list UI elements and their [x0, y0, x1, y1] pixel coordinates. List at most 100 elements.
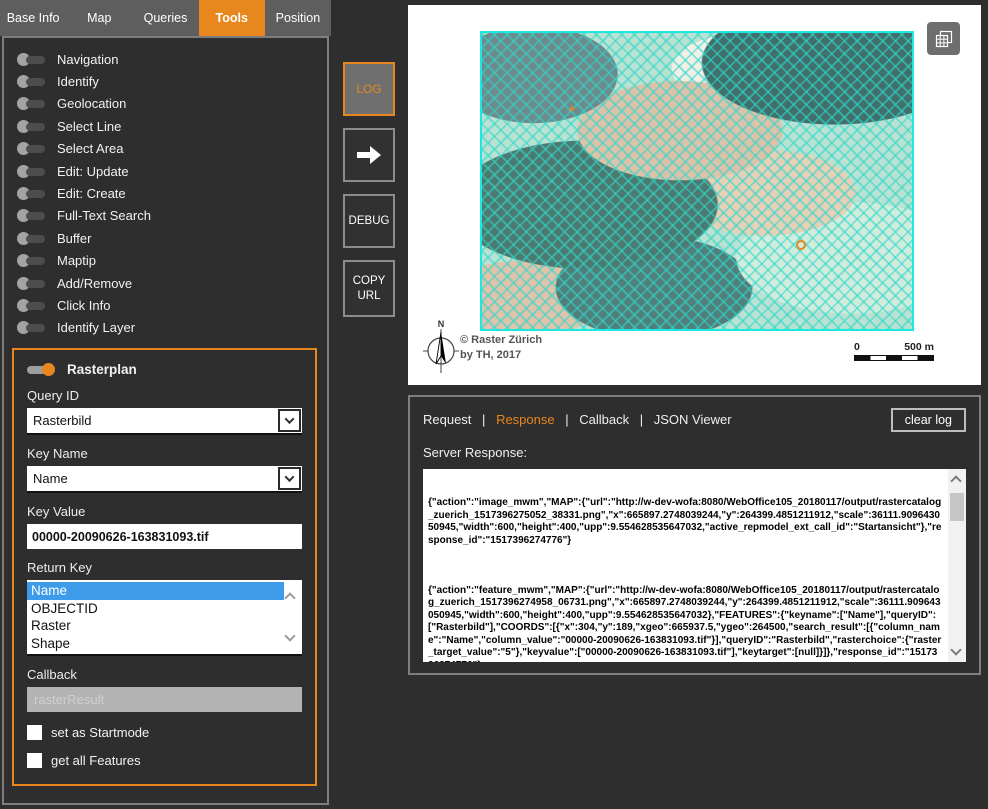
query-id-select[interactable]: Rasterbild	[27, 408, 302, 435]
main-tabbar: Base Info Map Queries Tools Position	[0, 0, 331, 36]
sidebar-item-geolocation[interactable]: Geolocation	[4, 93, 327, 115]
listbox-option-shape[interactable]: Shape	[27, 635, 284, 653]
sidebar-item-buffer[interactable]: Buffer	[4, 227, 327, 249]
toggle-off-icon	[17, 53, 50, 66]
copy-url-button[interactable]: COPY URL	[343, 260, 395, 317]
sidebar-item-identify[interactable]: Identify	[4, 70, 327, 92]
toggle-off-icon	[17, 209, 50, 222]
chevron-down-icon	[285, 472, 295, 482]
arrow-right-icon	[355, 145, 383, 165]
server-response-output[interactable]: {"action":"image_mwm","MAP":{"url":"http…	[423, 469, 966, 662]
scroll-up-icon[interactable]	[950, 475, 961, 486]
scroll-down-icon[interactable]	[950, 644, 961, 655]
sidebar-item-add-remove[interactable]: Add/Remove	[4, 272, 327, 294]
scroll-up-icon[interactable]	[284, 592, 295, 603]
tool-label: Geolocation	[57, 96, 126, 111]
listbox-option-raster[interactable]: Raster	[27, 617, 284, 635]
toggle-off-icon	[17, 254, 50, 267]
tool-label: Identify	[57, 74, 99, 89]
tab-position[interactable]: Position	[265, 0, 331, 36]
sidebar-item-edit-update[interactable]: Edit: Update	[4, 160, 327, 182]
toggle-off-icon	[17, 321, 50, 334]
tool-label: Select Line	[57, 119, 121, 134]
scale-min-label: 0	[854, 341, 860, 353]
map-panel: + N © Raster Zürich by TH, 2017 0	[408, 5, 981, 385]
server-response-label: Server Response:	[423, 445, 966, 460]
log-tabbar: Request | Response | Callback | JSON Vie…	[423, 408, 732, 427]
log-tab-response[interactable]: Response	[496, 412, 555, 427]
map-marker-circle-icon	[796, 240, 806, 250]
scrollbar-thumb[interactable]	[950, 493, 964, 521]
north-arrow-icon: N	[422, 318, 460, 379]
response-scrollbar[interactable]	[948, 469, 966, 662]
log-tab-callback[interactable]: Callback	[579, 412, 629, 427]
sidebar-item-navigation[interactable]: Navigation	[4, 48, 327, 70]
grid-tool-button[interactable]	[927, 22, 960, 55]
sidebar-item-full-text-search[interactable]: Full-Text Search	[4, 205, 327, 227]
tool-label: Add/Remove	[57, 276, 132, 291]
startmode-label: set as Startmode	[51, 725, 149, 740]
all-features-label: get all Features	[51, 753, 141, 768]
run-button[interactable]	[343, 128, 395, 182]
chevron-down-icon	[285, 414, 295, 424]
scale-bar: 0 500 m	[854, 341, 934, 361]
tool-label: Edit: Update	[57, 164, 129, 179]
tab-separator: |	[482, 412, 485, 427]
log-button[interactable]: LOG	[343, 62, 395, 116]
debug-button[interactable]: DEBUG	[343, 194, 395, 248]
toggle-off-icon	[17, 75, 50, 88]
scroll-down-icon[interactable]	[284, 630, 295, 641]
key-value-label: Key Value	[27, 504, 302, 519]
sidebar-item-select-line[interactable]: Select Line	[4, 115, 327, 137]
toggle-off-icon	[17, 97, 50, 110]
tools-panel: Navigation Identify Geolocation Select L…	[2, 36, 329, 805]
sidebar-item-edit-create[interactable]: Edit: Create	[4, 182, 327, 204]
log-tab-json-viewer[interactable]: JSON Viewer	[654, 412, 732, 427]
listbox-option-objectid[interactable]: OBJECTID	[27, 600, 284, 618]
tab-queries[interactable]: Queries	[132, 0, 198, 36]
sidebar-item-measure-distance[interactable]: Measure Distance	[4, 803, 327, 805]
tab-separator: |	[565, 412, 568, 427]
sidebar-item-identify-layer[interactable]: Identify Layer	[4, 317, 327, 339]
tool-label: Identify Layer	[57, 320, 135, 335]
toggle-off-icon	[17, 165, 50, 178]
listbox-option-name[interactable]: Name	[27, 582, 284, 600]
checkbox-unchecked-icon[interactable]	[27, 753, 42, 768]
listbox-scrollbar[interactable]	[284, 580, 298, 654]
clear-log-button[interactable]: clear log	[891, 408, 966, 432]
return-key-label: Return Key	[27, 560, 302, 575]
north-label: N	[438, 319, 445, 329]
key-value-input[interactable]	[27, 524, 302, 549]
tab-separator: |	[640, 412, 643, 427]
return-key-listbox[interactable]: Name OBJECTID Raster Shape	[27, 580, 302, 656]
scale-max-label: 500 m	[904, 341, 934, 353]
all-features-checkbox-row[interactable]: get all Features	[27, 753, 302, 768]
map-image[interactable]: +	[480, 31, 914, 331]
rasterplan-panel: Rasterplan Query ID Rasterbild Key Name …	[12, 348, 317, 786]
toggle-on-icon[interactable]	[27, 363, 60, 376]
sidebar-item-select-area[interactable]: Select Area	[4, 138, 327, 160]
tab-base-info[interactable]: Base Info	[0, 0, 66, 36]
toggle-off-icon	[17, 142, 50, 155]
sidebar-item-click-info[interactable]: Click Info	[4, 294, 327, 316]
callback-input: rasterResult	[27, 687, 302, 712]
log-tab-request[interactable]: Request	[423, 412, 471, 427]
response-block: {"action":"image_mwm","MAP":{"url":"http…	[428, 497, 942, 547]
tab-map[interactable]: Map	[66, 0, 132, 36]
tab-tools[interactable]: Tools	[199, 0, 265, 36]
dropdown-button[interactable]	[278, 409, 301, 432]
checkbox-unchecked-icon[interactable]	[27, 725, 42, 740]
tool-label: Click Info	[57, 298, 110, 313]
startmode-checkbox-row[interactable]: set as Startmode	[27, 725, 302, 740]
sidebar-item-maptip[interactable]: Maptip	[4, 250, 327, 272]
grid-layers-icon	[934, 29, 954, 49]
callback-label: Callback	[27, 667, 302, 682]
dropdown-button[interactable]	[278, 467, 301, 490]
key-name-select[interactable]: Name	[27, 466, 302, 493]
map-marker-cross-icon: +	[568, 104, 576, 114]
rasterplan-title: Rasterplan	[67, 362, 137, 377]
map-copyright: © Raster Zürich by TH, 2017	[460, 333, 542, 363]
key-name-value: Name	[33, 471, 68, 486]
query-id-value: Rasterbild	[33, 413, 92, 428]
tool-label: Full-Text Search	[57, 208, 151, 223]
